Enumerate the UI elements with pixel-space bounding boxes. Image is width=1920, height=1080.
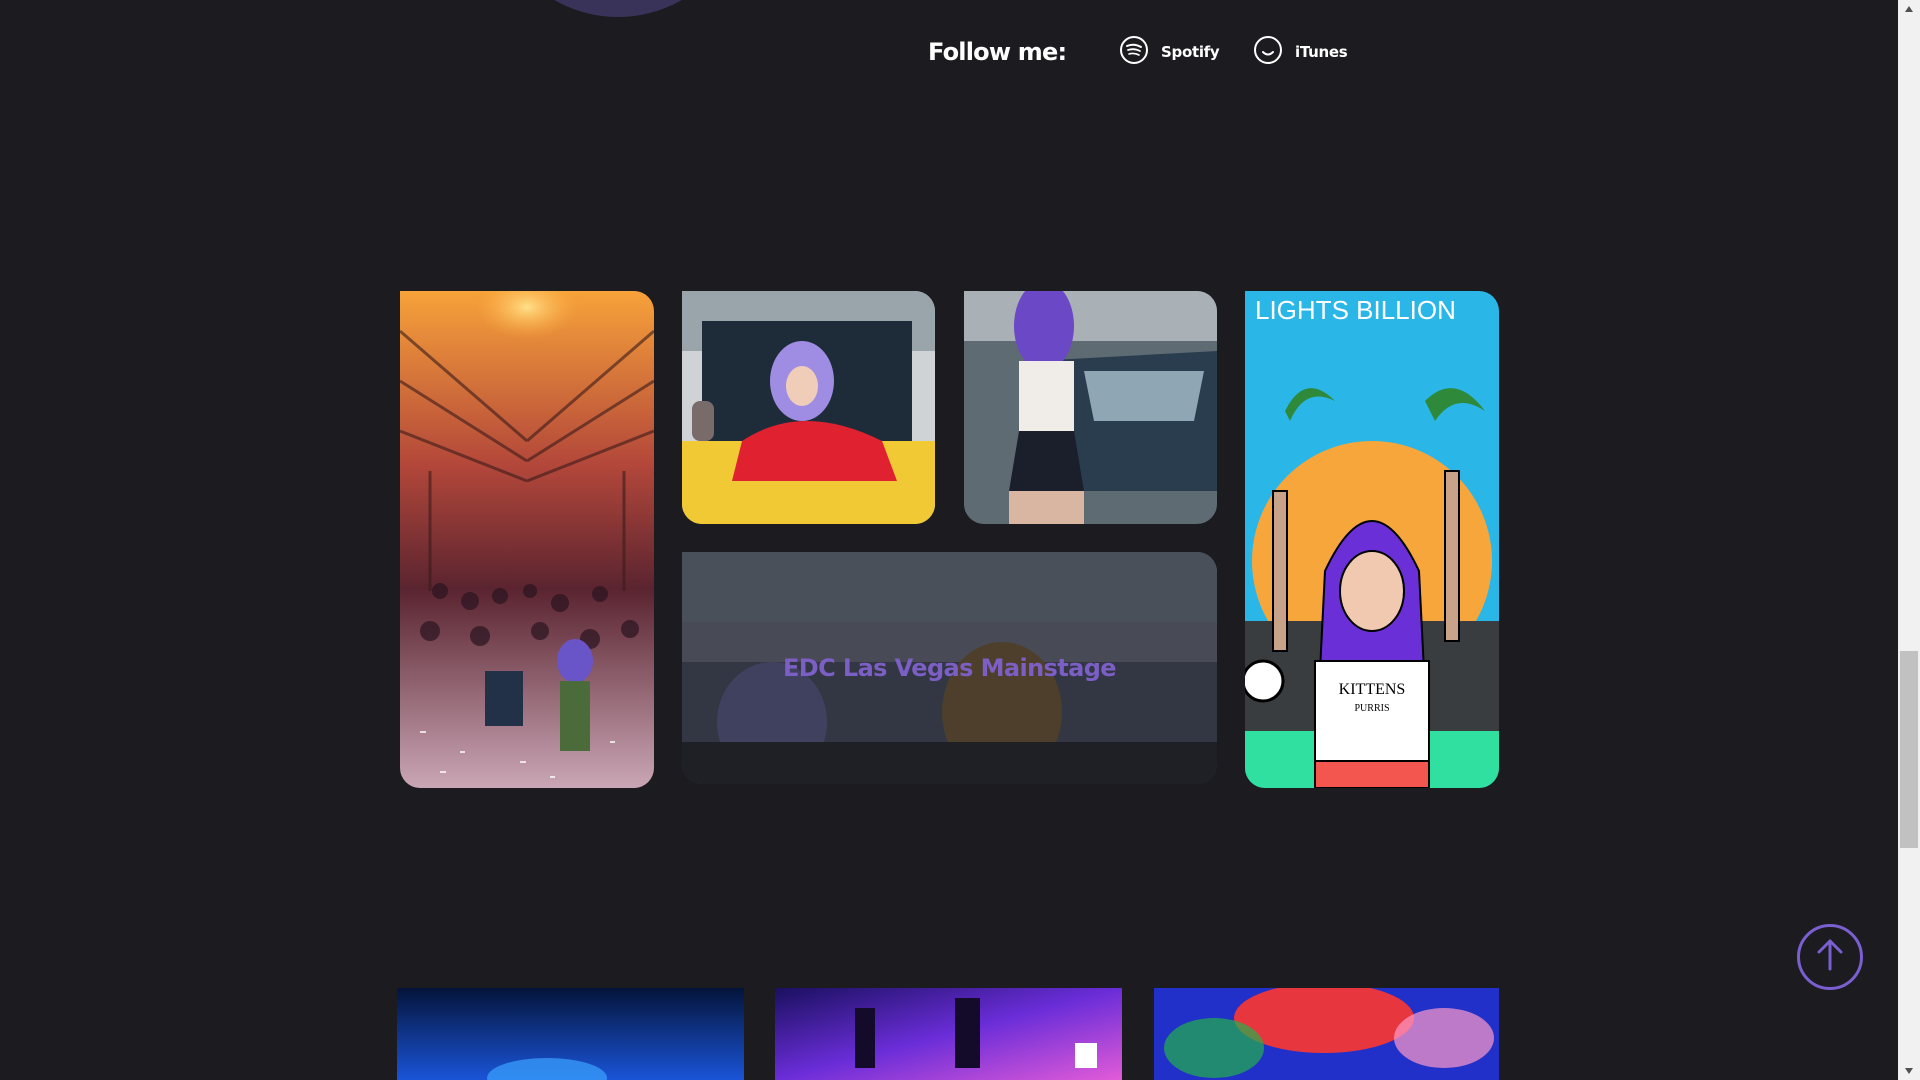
elrow-party-image	[1154, 988, 1499, 1080]
follow-label: Follow me:	[928, 38, 1067, 66]
spotify-icon	[1119, 35, 1149, 69]
car-back-image	[964, 291, 1217, 524]
kittens-illustration[interactable]: LIGHTS BILLION KITTENS PURRIS	[1245, 291, 1499, 788]
red-jacket-car-photo[interactable]	[682, 291, 935, 524]
tile-overlay: EDC Las Vegas Mainstage	[682, 552, 1217, 784]
scroll-down-arrow-icon[interactable]	[1898, 1062, 1920, 1080]
club-purple-image	[775, 988, 1122, 1080]
red-jacket-car-image	[682, 291, 935, 524]
scroll-up-arrow-icon[interactable]	[1898, 0, 1920, 18]
edc-mainstage-photo[interactable]: EDC Las Vegas Mainstage	[682, 552, 1217, 784]
poster-text: LIGHTS BILLION	[1255, 295, 1456, 325]
decorative-circle	[498, 0, 738, 17]
edc-title: EDC Las Vegas Mainstage	[783, 654, 1117, 682]
scrollbar-thumb[interactable]	[1900, 651, 1918, 848]
shirt-subtext: PURRIS	[1354, 703, 1389, 714]
club-purple-photo[interactable]	[775, 988, 1122, 1080]
page-scrollbar[interactable]	[1898, 0, 1920, 1080]
elrow-party-photo[interactable]	[1154, 988, 1499, 1080]
kittens-illustration-image: LIGHTS BILLION KITTENS PURRIS	[1245, 291, 1499, 788]
itunes-link[interactable]: iTunes	[1253, 35, 1348, 69]
itunes-label: iTunes	[1295, 43, 1348, 61]
spotify-label: Spotify	[1161, 43, 1220, 61]
itunes-icon	[1253, 35, 1283, 69]
spotify-link[interactable]: Spotify	[1119, 35, 1220, 69]
car-back-photo[interactable]	[964, 291, 1217, 524]
scroll-to-top-button[interactable]	[1797, 924, 1863, 990]
concert-blue-photo[interactable]	[397, 988, 744, 1080]
club-crowd-image	[400, 291, 654, 788]
concert-blue-image	[397, 988, 744, 1080]
shirt-text: KITTENS	[1339, 681, 1406, 698]
arrow-up-icon	[1810, 935, 1850, 979]
club-crowd-photo[interactable]	[400, 291, 654, 788]
